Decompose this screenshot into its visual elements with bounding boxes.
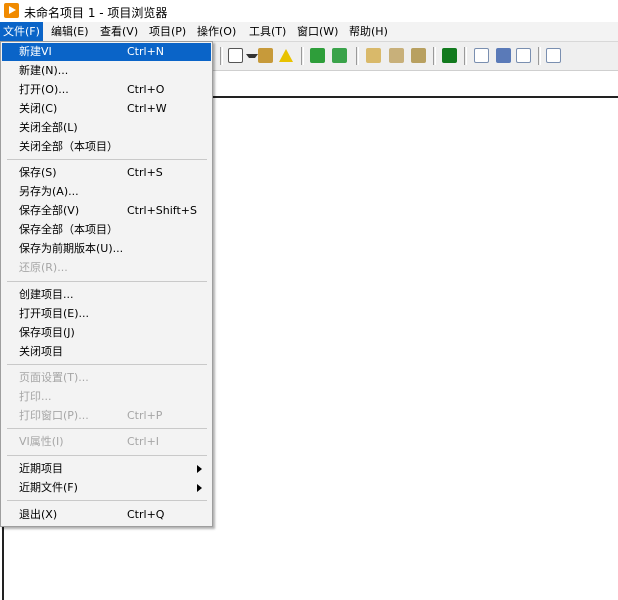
toolbar-separator bbox=[301, 47, 304, 65]
undo-icon[interactable] bbox=[496, 48, 511, 63]
submenu-arrow-icon bbox=[197, 465, 202, 473]
window-grid-icon[interactable] bbox=[228, 48, 243, 63]
toolbar-separator bbox=[538, 47, 541, 65]
redo-doc-icon[interactable] bbox=[516, 48, 531, 63]
build-spec-icon[interactable] bbox=[389, 48, 404, 63]
window-title: 未命名项目 1 - 项目浏览器 bbox=[24, 6, 168, 20]
menu-separator bbox=[7, 159, 207, 160]
menu-item-close-all[interactable]: 关闭全部(L) bbox=[2, 119, 211, 137]
menu-item-new[interactable]: 新建(N)... bbox=[2, 62, 211, 80]
menu-item-close[interactable]: 关闭(C) Ctrl+W bbox=[2, 100, 211, 118]
toolbar-separator bbox=[220, 47, 223, 65]
menu-item-open-project[interactable]: 打开项目(E)... bbox=[2, 305, 211, 323]
menu-item-create-project[interactable]: 创建项目... bbox=[2, 286, 211, 304]
menu-item-recent-projects[interactable]: 近期项目 bbox=[2, 460, 211, 478]
menu-item-save[interactable]: 保存(S) Ctrl+S bbox=[2, 164, 211, 182]
menu-separator bbox=[7, 500, 207, 501]
menu-operate[interactable]: 操作(O) bbox=[194, 22, 239, 41]
menu-file[interactable]: 文件(F) bbox=[0, 22, 43, 41]
menu-item-vi-properties: VI属性(I) Ctrl+I bbox=[19, 435, 160, 448]
undo-doc-icon[interactable] bbox=[474, 48, 489, 63]
menu-item-save-project[interactable]: 保存项目(J) bbox=[2, 324, 211, 342]
toolbar-separator bbox=[464, 47, 467, 65]
menu-window[interactable]: 窗口(W) bbox=[294, 22, 341, 41]
menu-item-print: 打印... bbox=[19, 390, 52, 403]
menu-separator bbox=[7, 428, 207, 429]
menu-item-save-all[interactable]: 保存全部(V) Ctrl+Shift+S bbox=[2, 202, 211, 220]
menu-item-open[interactable]: 打开(O)... Ctrl+O bbox=[2, 81, 211, 99]
menu-item-save-as[interactable]: 另存为(A)... bbox=[2, 183, 211, 201]
menu-item-save-previous-version[interactable]: 保存为前期版本(U)... bbox=[2, 240, 211, 258]
menu-item-page-setup: 页面设置(T)... bbox=[19, 371, 89, 384]
add-item-icon[interactable] bbox=[332, 48, 347, 63]
menu-separator bbox=[7, 455, 207, 456]
add-green-icon[interactable] bbox=[310, 48, 325, 63]
labview-app-icon bbox=[4, 3, 19, 18]
menu-bar: 文件(F) 编辑(E) 查看(V) 项目(P) 操作(O) 工具(T) 窗口(W… bbox=[0, 22, 618, 42]
refresh-icon[interactable] bbox=[411, 48, 426, 63]
panel-icon[interactable] bbox=[442, 48, 457, 63]
title-bar: 未命名项目 1 - 项目浏览器 bbox=[0, 0, 618, 22]
menu-item-close-project[interactable]: 关闭项目 bbox=[2, 343, 211, 361]
menu-item-revert: 还原(R)... bbox=[19, 261, 68, 274]
warning-icon[interactable] bbox=[279, 49, 293, 62]
menu-project[interactable]: 项目(P) bbox=[146, 22, 189, 41]
file-menu-dropdown: 新建VI Ctrl+N 新建(N)... 打开(O)... Ctrl+O 关闭(… bbox=[0, 41, 213, 527]
menu-item-save-all-project[interactable]: 保存全部（本项目） bbox=[2, 221, 211, 239]
menu-item-close-all-project[interactable]: 关闭全部（本项目） bbox=[2, 138, 211, 156]
submenu-arrow-icon bbox=[197, 484, 202, 492]
menu-item-recent-files[interactable]: 近期文件(F) bbox=[2, 479, 211, 497]
menu-item-new-vi[interactable]: 新建VI Ctrl+N bbox=[2, 43, 211, 61]
menu-item-exit[interactable]: 退出(X) Ctrl+Q bbox=[2, 506, 211, 524]
menu-separator bbox=[7, 364, 207, 365]
menu-help[interactable]: 帮助(H) bbox=[346, 22, 391, 41]
find-icon[interactable] bbox=[546, 48, 561, 63]
menu-view[interactable]: 查看(V) bbox=[97, 22, 141, 41]
build-icon[interactable] bbox=[258, 48, 273, 63]
toolbar-separator bbox=[433, 47, 436, 65]
menu-edit[interactable]: 编辑(E) bbox=[48, 22, 92, 41]
menu-item-print-window: 打印窗口(P)... Ctrl+P bbox=[19, 409, 163, 422]
dropdown-arrow-icon[interactable] bbox=[246, 54, 258, 58]
toolbar-separator bbox=[356, 47, 359, 65]
menu-tools[interactable]: 工具(T) bbox=[246, 22, 289, 41]
deploy-icon[interactable] bbox=[366, 48, 381, 63]
menu-separator bbox=[7, 281, 207, 282]
